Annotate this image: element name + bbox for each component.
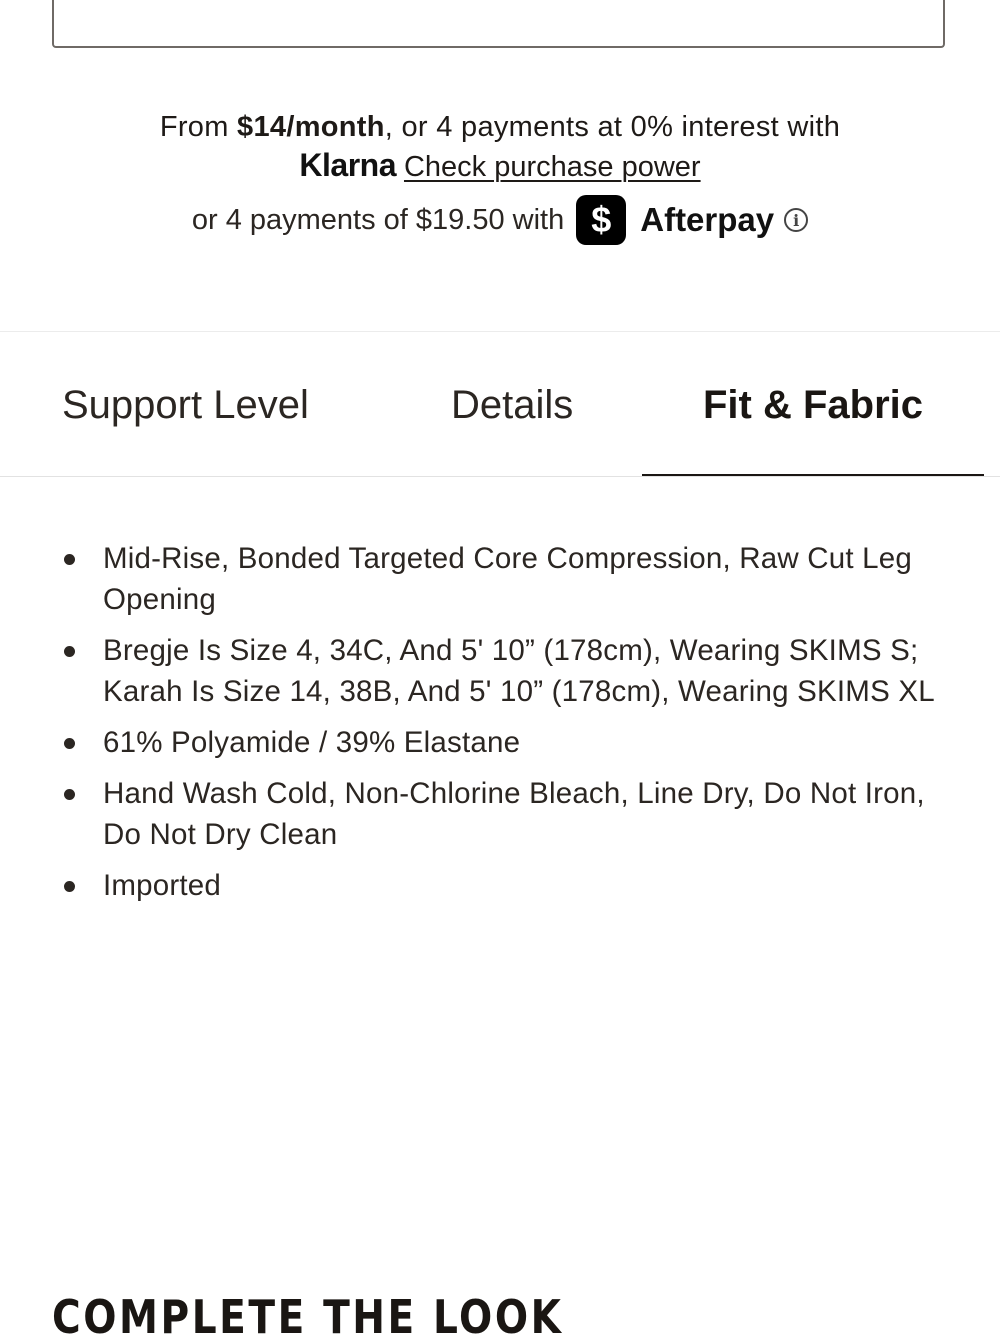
klarna-link-line: Klarna Check purchase power xyxy=(0,146,1000,186)
tab-fit-and-fabric[interactable]: Fit & Fabric xyxy=(703,380,923,430)
klarna-suffix: , or 4 payments at 0% interest with xyxy=(384,111,841,143)
klarna-prefix: From xyxy=(159,111,238,143)
tab-support-level[interactable]: Support Level xyxy=(62,380,309,430)
list-item: Hand Wash Cold, Non-Chlorine Bleach, Lin… xyxy=(0,773,1000,855)
complete-the-look-heading: COMPLETE THE LOOK xyxy=(52,1290,564,1344)
list-item: Bregje Is Size 4, 34C, And 5' 10” (178cm… xyxy=(0,630,1000,712)
check-purchase-power-link[interactable]: Check purchase power xyxy=(404,151,701,183)
afterpay-logo: Afterpay xyxy=(640,201,775,238)
tabs-divider xyxy=(0,476,1000,477)
product-info-tabs: Support Level Details Fit & Fabric xyxy=(0,332,1000,477)
klarna-amount: $14/month xyxy=(237,111,385,143)
klarna-logo: Klarna xyxy=(299,147,396,183)
list-item: 61% Polyamide / 39% Elastane xyxy=(0,722,1000,763)
afterpay-text: or 4 payments of $19.50 with xyxy=(191,203,565,236)
tab-details[interactable]: Details xyxy=(451,380,573,430)
list-item: Mid-Rise, Bonded Targeted Core Compressi… xyxy=(0,538,1000,620)
afterpay-offer-line: or 4 payments of $19.50 with $ Afterpay … xyxy=(0,192,1000,248)
size-selector-box[interactable] xyxy=(52,0,945,48)
info-icon[interactable]: i xyxy=(784,208,809,232)
klarna-offer-line: From $14/month, or 4 payments at 0% inte… xyxy=(0,108,1000,146)
list-item: Imported xyxy=(0,865,1000,906)
fit-fabric-list: Mid-Rise, Bonded Targeted Core Compressi… xyxy=(0,538,1000,916)
cashapp-icon: $ xyxy=(576,195,627,245)
